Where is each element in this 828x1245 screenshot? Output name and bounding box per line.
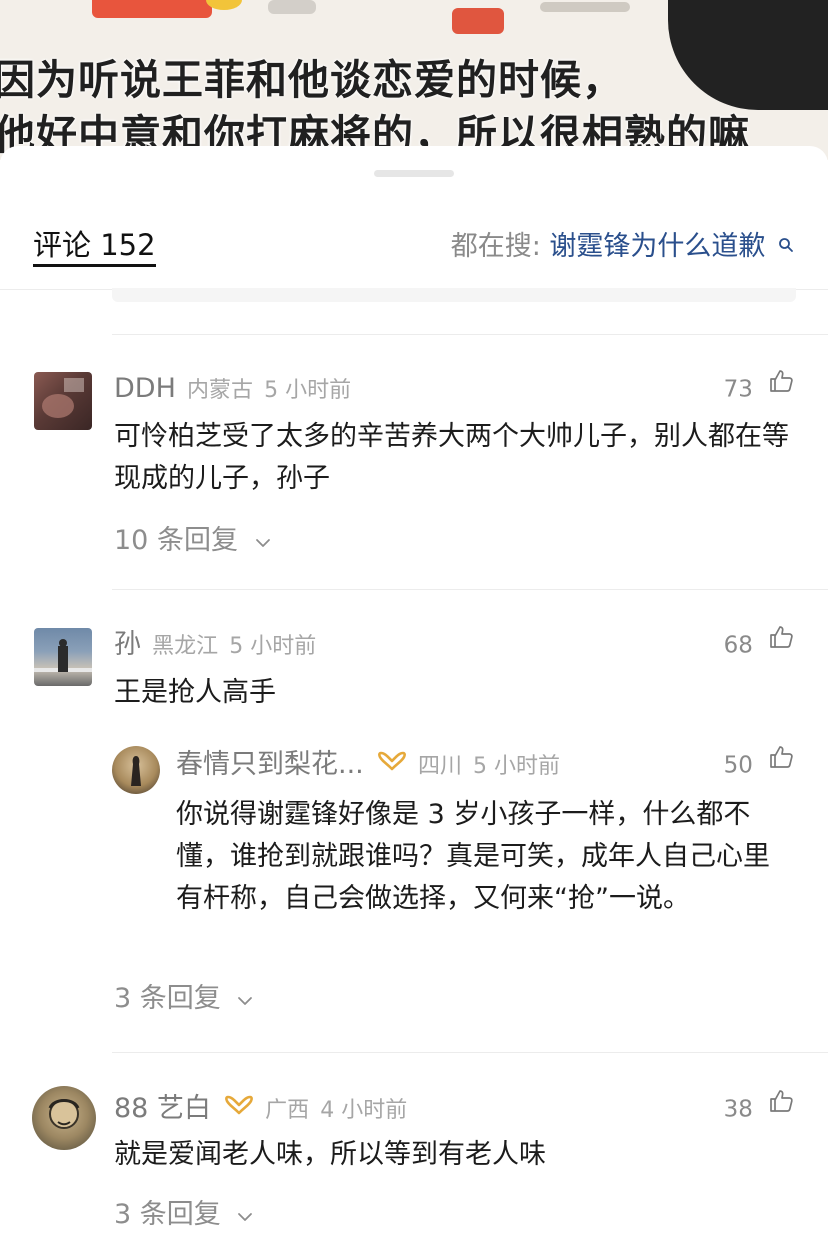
avatar[interactable] [34, 372, 92, 430]
search-icon [778, 228, 794, 262]
divider [112, 1052, 828, 1053]
username[interactable]: 88 艺白 [114, 1093, 211, 1124]
timestamp: 4 小时前 [320, 1098, 408, 1123]
like-count: 68 [723, 632, 753, 659]
search-query[interactable]: 谢霆锋为什么道歉 [549, 231, 765, 262]
reply-location: 四川 [417, 754, 462, 779]
chevron-down-icon [237, 1197, 253, 1231]
comment-sheet: 评论 152 都在搜: 谢霆锋为什么道歉 DDH 内蒙古 5 小时前 73 可怜… [0, 146, 828, 1245]
comment-text: 王是抢人高手 [114, 677, 276, 708]
avatar[interactable] [34, 628, 92, 686]
trending-search-link[interactable]: 都在搜: 谢霆锋为什么道歉 [451, 230, 794, 264]
reply-like-button[interactable]: 50 [723, 745, 794, 783]
like-button[interactable]: 38 [723, 1089, 794, 1127]
vip-badge-icon [224, 1094, 254, 1128]
like-button[interactable]: 73 [723, 369, 794, 407]
replies-label: 3 条回复 [114, 1199, 221, 1230]
search-prefix: 都在搜: [450, 231, 541, 262]
video-person-silhouette [668, 0, 828, 110]
video-decor [452, 8, 504, 34]
reply-timestamp: 5 小时前 [473, 754, 561, 779]
location: 内蒙古 [186, 378, 253, 403]
username[interactable]: 孙 [114, 629, 141, 660]
reply-text: 你说得谢霆锋好像是 3 岁小孩子一样，什么都不懂，谁抢到就跟谁吗？真是可笑，成年… [176, 799, 770, 914]
thumbs-up-icon [768, 1088, 794, 1126]
thumbs-up-icon [768, 624, 794, 662]
chevron-down-icon [255, 523, 271, 557]
comment-meta: 孙 黑龙江 5 小时前 [114, 628, 316, 665]
comment-header: 评论 152 都在搜: 谢霆锋为什么道歉 [0, 218, 828, 274]
view-replies-button[interactable]: 3 条回复 [114, 982, 253, 1016]
comment-meta: 88 艺白 广西 4 小时前 [114, 1092, 407, 1129]
timestamp: 5 小时前 [264, 378, 352, 403]
video-decor [268, 0, 316, 14]
video-decor [540, 2, 630, 12]
comment-text: 可怜柏芝受了太多的辛苦养大两个大帅儿子，别人都在等现成的儿子，孙子 [114, 421, 789, 494]
like-count: 73 [723, 376, 753, 403]
location: 广西 [265, 1098, 310, 1123]
vip-badge-icon [377, 750, 407, 784]
video-subtitle-line-1: 因为听说王菲和他谈恋爱的时候， [0, 56, 624, 104]
thumbs-up-icon [768, 368, 794, 406]
username[interactable]: DDH [114, 373, 176, 404]
divider [112, 589, 828, 590]
chevron-down-icon [237, 981, 253, 1015]
reply-avatar[interactable] [112, 746, 160, 794]
comment-text: 就是爱闻老人味，所以等到有老人味 [114, 1139, 546, 1170]
video-decor [92, 0, 212, 18]
thumbs-up-icon [768, 744, 794, 782]
reply-username[interactable]: 春情只到梨花... [176, 749, 364, 780]
like-button[interactable]: 68 [723, 625, 794, 663]
video-player[interactable]: 因为听说王菲和他谈恋爱的时候， 他好中意和你打麻将的，所以很相熟的嘛 [0, 0, 828, 160]
comment-count-tab[interactable]: 评论 152 [33, 228, 156, 267]
view-replies-button[interactable]: 3 条回复 [114, 1198, 253, 1232]
drag-handle[interactable] [374, 170, 454, 177]
view-replies-button[interactable]: 10 条回复 [114, 524, 271, 558]
timestamp: 5 小时前 [229, 634, 317, 659]
like-count: 38 [723, 1096, 753, 1123]
collapsed-panel [112, 288, 796, 302]
location: 黑龙江 [152, 634, 219, 659]
comment-meta: DDH 内蒙古 5 小时前 [114, 372, 351, 409]
divider [112, 334, 828, 335]
replies-label: 10 条回复 [114, 525, 238, 556]
reply-like-count: 50 [723, 752, 753, 779]
replies-label: 3 条回复 [114, 983, 221, 1014]
reply-meta: 春情只到梨花... 四川 5 小时前 [176, 748, 560, 785]
avatar[interactable] [32, 1086, 96, 1150]
